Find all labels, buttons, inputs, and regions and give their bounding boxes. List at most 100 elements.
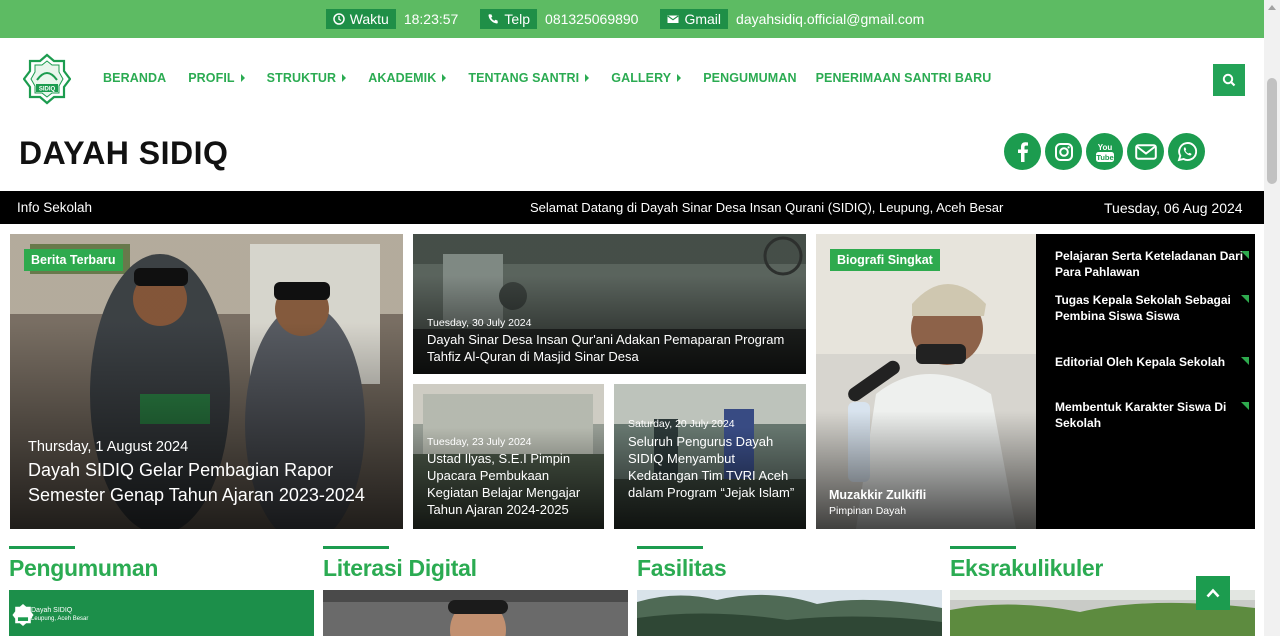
corner-triangle-icon <box>1241 251 1249 259</box>
list-item-title: Editorial Oleh Kepala Sekolah <box>1055 355 1226 369</box>
main-navigation: SIDIQ BERANDA PROFIL STRUKTUR AKADEMIK T… <box>0 38 1264 120</box>
logo-emblem-icon: SIDIQ <box>22 53 72 105</box>
featured-news-date: Thursday, 1 August 2024 <box>28 439 189 455</box>
news-card-right[interactable]: Saturday, 20 July 2024 Seluruh Pengurus … <box>614 384 806 529</box>
scrollbar-thumb[interactable] <box>1267 78 1277 184</box>
news-date: Saturday, 20 July 2024 <box>628 418 735 430</box>
menu-item-akademik[interactable]: AKADEMIK <box>368 71 447 85</box>
brand-row: DAYAH SIDIQ You Tube <box>0 120 1264 191</box>
facebook-icon <box>1017 141 1028 162</box>
list-item-title: Membentuk Karakter Siswa Di Sekolah <box>1055 400 1227 430</box>
section-fasilitas: Fasilitas <box>637 546 942 582</box>
menu-item-pengumuman[interactable]: PENGUMUMAN <box>703 71 796 85</box>
biography-role: Pimpinan Dayah <box>829 505 907 517</box>
chevron-up-icon <box>1206 588 1220 598</box>
image-overlay <box>816 234 1036 529</box>
announcement-line-1: Dayah SIDIQ <box>31 607 73 614</box>
menu-item-label: TENTANG SANTRI <box>468 71 580 85</box>
gmail-label: Gmail <box>684 11 722 27</box>
back-to-top-button[interactable] <box>1196 576 1230 610</box>
logo-emblem-icon <box>12 604 34 626</box>
menu-item-label: GALLERY <box>611 71 672 85</box>
ticker-label: Info Sekolah <box>17 200 93 215</box>
news-ticker: Info Sekolah Selamat Datang di Dayah Sin… <box>0 191 1264 224</box>
biography-name: Muzakkir Zulkifli <box>829 488 927 502</box>
news-card-left[interactable]: Tuesday, 23 July 2024 Ustad Ilyas, S.E.I… <box>413 384 604 529</box>
svg-text:Tube: Tube <box>1096 153 1113 162</box>
phone-icon <box>488 14 499 24</box>
social-links: You Tube <box>1004 133 1205 170</box>
instagram-button[interactable] <box>1045 133 1082 170</box>
section-accent-bar <box>950 546 1016 549</box>
time-label: Waktu <box>349 11 389 27</box>
news-title[interactable]: Ustad Ilyas, S.E.I Pimpin Upacara Pembuk… <box>427 450 599 518</box>
section-title[interactable]: Pengumuman <box>9 555 314 582</box>
caret-right-icon <box>442 74 447 82</box>
menu-item-tentang-santri[interactable]: TENTANG SANTRI <box>468 71 590 85</box>
youtube-icon: YouTube <box>1095 143 1114 162</box>
caret-right-icon <box>342 74 347 82</box>
menu-item-profil[interactable]: PROFIL <box>188 71 245 85</box>
list-item-title: Tugas Kepala Sekolah Sebagai Pembina Sis… <box>1055 293 1231 323</box>
news-card-top[interactable]: Tuesday, 30 July 2024 Dayah Sinar Desa I… <box>413 234 806 374</box>
biography-list-item[interactable]: Membentuk Karakter Siswa Di Sekolah <box>1055 399 1249 431</box>
biography-list-item[interactable]: Tugas Kepala Sekolah Sebagai Pembina Sis… <box>1055 292 1249 324</box>
corner-triangle-icon <box>1241 295 1249 303</box>
announcement-line-2: Leupung, Aceh Besar <box>31 616 89 622</box>
email-button[interactable] <box>1127 133 1164 170</box>
phone-tag: Telp <box>480 9 538 29</box>
vertical-scrollbar[interactable] <box>1264 0 1280 636</box>
page: Waktu 18:23:57 Telp 081325069890 Gmail d… <box>0 0 1264 636</box>
latest-news-badge: Berita Terbaru <box>24 249 123 271</box>
news-date: Tuesday, 30 July 2024 <box>427 317 532 329</box>
section-title[interactable]: Fasilitas <box>637 555 942 582</box>
gmail-tag: Gmail <box>660 9 729 29</box>
envelope-icon <box>667 15 679 23</box>
whatsapp-button[interactable] <box>1168 133 1205 170</box>
featured-news-title[interactable]: Dayah SIDIQ Gelar Pembagian Rapor Semest… <box>28 458 398 508</box>
ticker-message[interactable]: Selamat Datang di Dayah Sinar Desa Insan… <box>530 200 1003 215</box>
literasi-photo <box>323 590 628 636</box>
menu-bar: BERANDA PROFIL STRUKTUR AKADEMIK TENTANG… <box>103 71 1013 85</box>
site-logo[interactable]: SIDIQ <box>22 53 72 105</box>
site-title[interactable]: DAYAH SIDIQ <box>19 135 228 172</box>
section-pengumuman: Pengumuman <box>9 546 314 582</box>
featured-news-card[interactable]: Berita Terbaru Thursday, 1 August 2024 D… <box>10 234 403 529</box>
biography-list-item[interactable]: Pelajaran Serta Keteladanan Dari Para Pa… <box>1055 248 1249 280</box>
svg-text:You: You <box>1097 143 1112 152</box>
search-button[interactable] <box>1213 64 1245 96</box>
section-title[interactable]: Literasi Digital <box>323 555 628 582</box>
caret-right-icon <box>585 74 590 82</box>
menu-item-label: PENERIMAAN SANTRI BARU <box>815 71 992 85</box>
clock-icon <box>332 13 345 25</box>
time-tag: Waktu <box>325 9 396 29</box>
section-accent-bar <box>323 546 389 549</box>
menu-item-penerimaan-santri-baru[interactable]: PENERIMAAN SANTRI BARU <box>816 71 992 85</box>
menu-item-struktur[interactable]: STRUKTUR <box>267 71 347 85</box>
menu-item-label: PENGUMUMAN <box>703 71 797 85</box>
section-accent-bar <box>637 546 703 549</box>
announcement-image[interactable]: Dayah SIDIQ Leupung, Aceh Besar <box>9 590 314 636</box>
logo-text: SIDIQ <box>39 87 56 93</box>
corner-triangle-icon <box>1241 357 1249 365</box>
menu-item-gallery[interactable]: GALLERY <box>611 71 682 85</box>
youtube-button[interactable]: You Tube <box>1086 133 1123 170</box>
scroll-up-arrow-icon[interactable] <box>1268 5 1276 10</box>
caret-right-icon <box>677 74 682 82</box>
email-icon <box>1134 143 1157 160</box>
top-info-bar: Waktu 18:23:57 Telp 081325069890 Gmail d… <box>0 0 1264 38</box>
corner-triangle-icon <box>1241 402 1249 410</box>
biography-list-item[interactable]: Editorial Oleh Kepala Sekolah <box>1055 354 1249 370</box>
news-title[interactable]: Dayah Sinar Desa Insan Qur'ani Adakan Pe… <box>427 331 787 365</box>
biography-list: Pelajaran Serta Keteladanan Dari Para Pa… <box>1036 234 1255 529</box>
whatsapp-icon <box>1177 141 1197 161</box>
menu-item-beranda[interactable]: BERANDA <box>103 71 166 85</box>
fasilitas-image[interactable] <box>637 590 942 636</box>
gmail-value[interactable]: dayahsidiq.official@gmail.com <box>736 11 924 27</box>
news-title[interactable]: Seluruh Pengurus Dayah SIDIQ Menyambut K… <box>628 433 800 501</box>
time-value: 18:23:57 <box>403 11 459 27</box>
literasi-image[interactable] <box>323 590 628 636</box>
caret-right-icon <box>240 74 245 82</box>
biography-card[interactable]: Biografi Singkat Muzakkir Zulkifli Pimpi… <box>816 234 1036 529</box>
facebook-button[interactable] <box>1004 133 1041 170</box>
